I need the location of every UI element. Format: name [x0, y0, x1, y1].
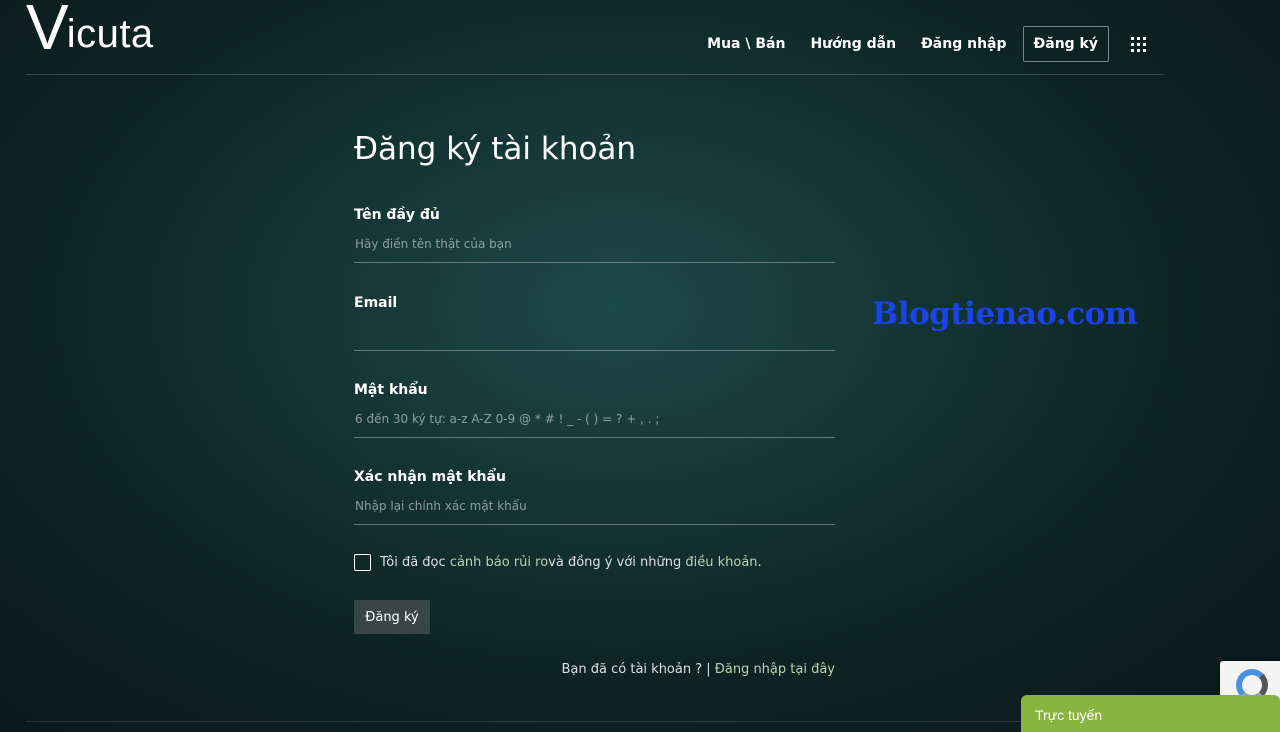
- terms-row: Tôi đã đọc cảnh báo rủi ro và đồng ý với…: [354, 554, 762, 571]
- confirm-password-label: Xác nhận mật khẩu: [354, 469, 506, 485]
- email-input[interactable]: [354, 313, 835, 351]
- grid-icon[interactable]: [1131, 36, 1146, 52]
- register-form: Đăng ký tài khoản Tên đầy đủ Email Mật k…: [354, 128, 835, 677]
- have-account-text: Bạn đã có tài khoản ? |: [561, 662, 715, 677]
- risk-warning-link[interactable]: cảnh báo rủi ro: [450, 555, 548, 570]
- fullname-field-group: Tên đầy đủ: [354, 205, 835, 263]
- logo-letter-v: V: [26, 0, 69, 63]
- fullname-input[interactable]: [354, 225, 835, 263]
- nav-buy-sell[interactable]: Mua \ Bán: [707, 36, 785, 52]
- password-field-group: Mật khẩu: [354, 380, 835, 438]
- login-here-link[interactable]: Đăng nhập tại đây: [715, 662, 835, 677]
- terms-suffix: .: [757, 555, 762, 570]
- email-label: Email: [354, 295, 398, 311]
- confirm-password-input[interactable]: [354, 487, 835, 525]
- main-nav: Mua \ Bán Hướng dẫn Đăng nhập Đăng ký: [682, 26, 1164, 62]
- top-navbar: V icuta Mua \ Bán Hướng dẫn Đăng nhập Đă…: [26, 0, 1164, 75]
- nav-register-button[interactable]: Đăng ký: [1022, 26, 1109, 62]
- email-field-group: Email: [354, 293, 835, 351]
- watermark-text: Blogtienao.com: [872, 296, 1138, 332]
- fullname-label: Tên đầy đủ: [354, 207, 440, 223]
- terms-checkbox[interactable]: [354, 554, 371, 571]
- nav-guide[interactable]: Hướng dẫn: [810, 36, 896, 52]
- nav-login[interactable]: Đăng nhập: [921, 36, 1006, 52]
- password-input[interactable]: [354, 400, 835, 438]
- have-account-row: Bạn đã có tài khoản ? | Đăng nhập tại đâ…: [562, 662, 835, 677]
- vicuta-logo[interactable]: V icuta: [26, 0, 154, 63]
- logo-text: icuta: [66, 12, 154, 56]
- password-label: Mật khẩu: [354, 382, 428, 398]
- terms-middle: và đồng ý với những: [548, 555, 682, 570]
- page-title: Đăng ký tài khoản: [354, 131, 637, 167]
- confirm-password-field-group: Xác nhận mật khẩu: [354, 467, 835, 525]
- terms-prefix: Tôi đã đọc: [380, 555, 446, 570]
- register-submit-button[interactable]: Đăng ký: [354, 600, 430, 634]
- terms-link[interactable]: điều khoản: [685, 555, 757, 570]
- footer-divider: [26, 721, 1164, 722]
- online-chat-widget[interactable]: Trực tuyến: [1021, 695, 1280, 732]
